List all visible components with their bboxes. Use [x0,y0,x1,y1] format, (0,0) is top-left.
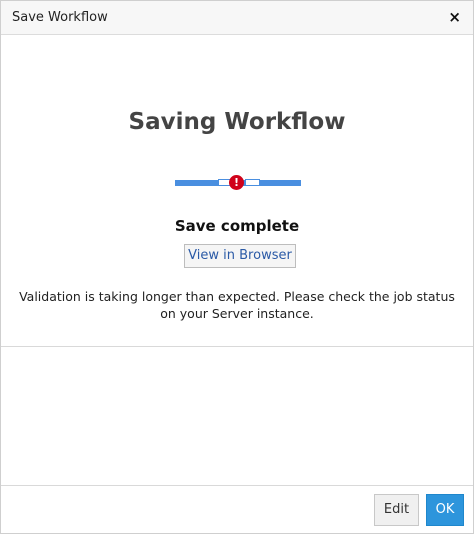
divider [1,346,473,347]
validation-message: Validation is taking longer than expecte… [19,289,455,321]
ok-button[interactable]: OK [426,494,464,526]
save-progress-indicator: ! [175,175,301,190]
dialog-titlebar: Save Workflow × [1,1,473,35]
progress-segment-left [175,180,217,186]
error-icon: ! [229,175,244,190]
view-in-browser-button[interactable]: View in Browser [184,244,296,268]
save-workflow-dialog: Save Workflow × Saving Workflow ! Save c… [0,0,474,534]
page-title: Saving Workflow [128,109,346,135]
footer-divider [1,485,473,486]
progress-segment-right [259,180,301,186]
save-status: Save complete [174,217,300,235]
progress-step-box [245,179,260,186]
edit-button[interactable]: Edit [374,494,419,526]
dialog-title: Save Workflow [12,10,108,25]
close-icon[interactable]: × [448,10,461,25]
